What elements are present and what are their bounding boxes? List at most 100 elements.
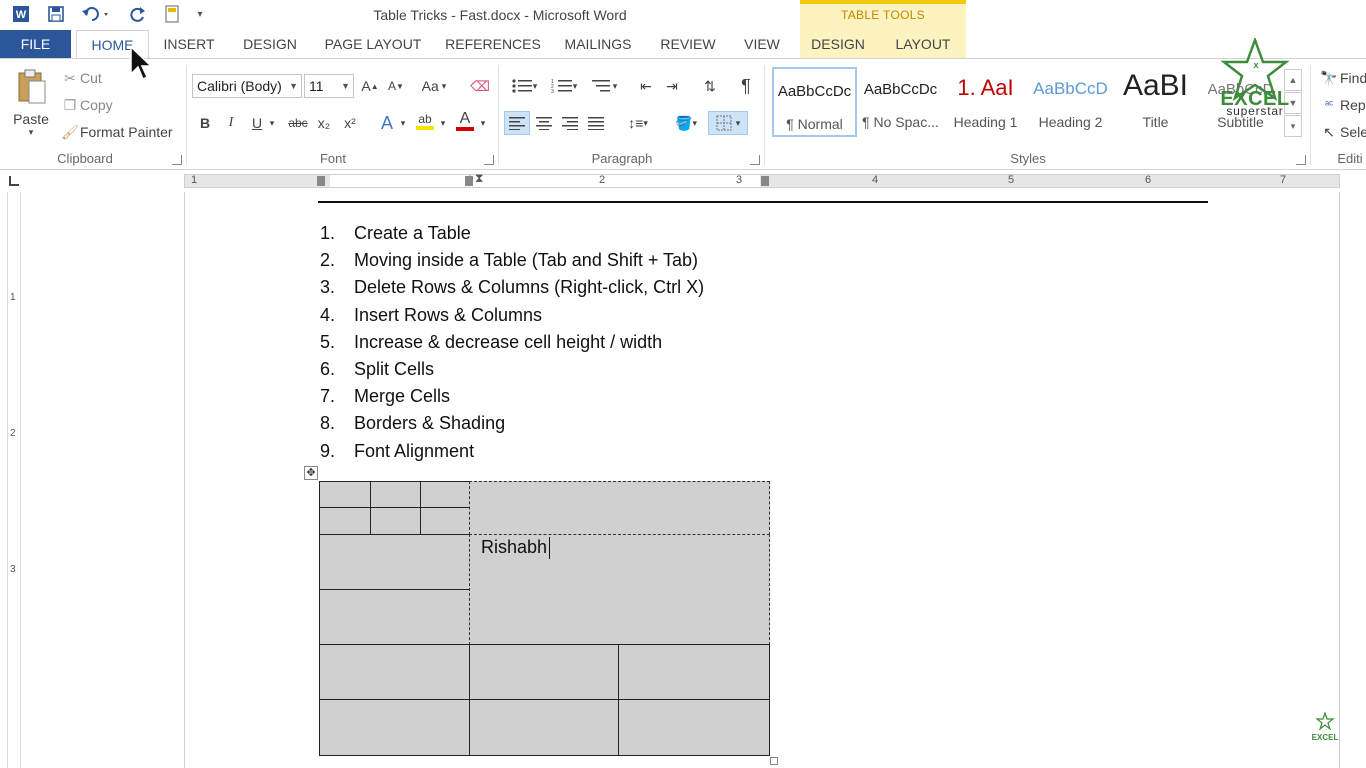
tab-table-design[interactable]: DESIGN — [806, 30, 870, 58]
highlight-button[interactable]: ab — [414, 109, 436, 133]
shrink-font-button[interactable]: A ▼ — [386, 74, 406, 98]
format-painter-button[interactable]: 🖌 Format Painter — [60, 121, 172, 143]
table-cell-selected[interactable] — [469, 481, 770, 535]
font-launcher-icon[interactable] — [484, 155, 494, 165]
table-cell[interactable] — [319, 534, 470, 590]
table-cell[interactable] — [319, 699, 470, 756]
styles-launcher-icon[interactable] — [1296, 155, 1306, 165]
tab-view[interactable]: VIEW — [737, 30, 787, 58]
table-cell[interactable] — [469, 699, 619, 756]
column-marker[interactable] — [465, 176, 473, 186]
borders-button[interactable]: ▾ — [708, 111, 748, 135]
list-item[interactable]: 9. Font Alignment — [320, 438, 704, 465]
list-item[interactable]: 6. Split Cells — [320, 356, 704, 383]
clipboard-launcher-icon[interactable] — [172, 155, 182, 165]
ruler-number: 3 — [10, 564, 16, 575]
tab-file[interactable]: FILE — [0, 30, 71, 58]
strikethrough-button[interactable]: abc — [286, 111, 310, 135]
indent-marker-icon[interactable]: ⧗ — [475, 171, 483, 186]
highlight-color-bar — [416, 126, 434, 130]
bullets-button[interactable]: ▾ — [506, 74, 542, 98]
list-item[interactable]: 2. Moving inside a Table (Tab and Shift +… — [320, 247, 704, 274]
tab-references[interactable]: REFERENCES — [444, 30, 542, 58]
list-item[interactable]: 8. Borders & Shading — [320, 410, 704, 437]
align-right-button[interactable] — [558, 111, 582, 135]
table-resize-handle-icon[interactable] — [770, 757, 778, 765]
shading-button[interactable]: 🪣 ▾ — [668, 111, 704, 135]
table-cell-text[interactable]: Rishabh — [481, 537, 547, 558]
text-effects-button[interactable]: A — [376, 111, 398, 135]
font-size-combo[interactable]: 11 ▼ — [304, 74, 354, 98]
clear-formatting-icon[interactable]: ⌫ — [468, 74, 492, 98]
underline-button[interactable]: U — [248, 111, 266, 135]
line-spacing-button[interactable]: ↕≡ ▾ — [620, 111, 656, 135]
table-cell[interactable] — [618, 644, 770, 700]
highlight-dropdown-icon[interactable]: ▾ — [438, 111, 448, 135]
find-button[interactable]: 🔭 Find — [1318, 67, 1366, 89]
table-cell[interactable] — [319, 507, 371, 535]
table[interactable] — [319, 481, 770, 756]
table-move-handle-icon[interactable]: ✥ — [304, 466, 318, 480]
tab-design[interactable]: DESIGN — [232, 30, 308, 58]
ruler-tab-selector[interactable] — [0, 170, 30, 192]
column-marker[interactable] — [761, 176, 769, 186]
select-button[interactable]: ↖ Sele — [1318, 121, 1366, 143]
list-item[interactable]: 5. Increase & decrease cell height / widt… — [320, 329, 704, 356]
list-item[interactable]: 7. Merge Cells — [320, 383, 704, 410]
underline-dropdown-icon[interactable]: ▾ — [266, 111, 278, 135]
increase-indent-icon[interactable]: ⇥ — [660, 74, 684, 98]
style-name: ¶ No Spac... — [862, 114, 939, 130]
cut-button[interactable]: ✂ Cut — [60, 67, 102, 89]
show-marks-button[interactable]: ¶ — [734, 74, 758, 98]
font-name-combo[interactable]: Calibri (Body) ▼ — [192, 74, 302, 98]
subscript-button[interactable]: x₂ — [314, 111, 334, 135]
decrease-indent-icon[interactable]: ⇤ — [634, 74, 658, 98]
tab-insert[interactable]: INSERT — [155, 30, 223, 58]
list-item[interactable]: 3. Delete Rows & Columns (Right-click, Ct… — [320, 274, 704, 301]
text-effects-dropdown-icon[interactable]: ▾ — [398, 111, 408, 135]
style-heading-2[interactable]: AaBbCcD Heading 2 — [1028, 67, 1113, 137]
table-cell[interactable] — [319, 589, 470, 645]
scissors-icon: ✂ — [64, 69, 76, 86]
copy-button[interactable]: ❐ Copy — [60, 94, 113, 116]
change-case-button[interactable]: Aa ▾ — [416, 74, 452, 98]
table-cell[interactable] — [420, 507, 470, 535]
superscript-button[interactable]: x² — [340, 111, 360, 135]
sort-icon[interactable]: ⇅ — [698, 74, 722, 98]
style-title[interactable]: AaBI Title — [1113, 67, 1198, 137]
list-item[interactable]: 1. Create a Table — [320, 220, 704, 247]
table-cell[interactable] — [469, 644, 619, 700]
justify-button[interactable] — [584, 111, 608, 135]
table-cell[interactable] — [319, 481, 371, 508]
style-normal[interactable]: AaBbCcDc ¶ Normal — [772, 67, 857, 137]
paragraph-launcher-icon[interactable] — [750, 155, 760, 165]
editing-group-label: Editi — [1337, 151, 1363, 166]
table-cell[interactable] — [370, 481, 421, 508]
multilevel-list-button[interactable]: ▾ — [586, 74, 622, 98]
horizontal-ruler[interactable]: 1 1 2 3 4 5 6 7 ⧗ — [184, 171, 1340, 188]
table-cell[interactable] — [319, 644, 470, 700]
table-cell[interactable] — [420, 481, 470, 508]
replace-button[interactable]: ᵃᶜ Rep — [1318, 94, 1366, 116]
italic-button[interactable]: I — [222, 111, 240, 135]
bold-button[interactable]: B — [196, 111, 214, 135]
align-left-button[interactable] — [504, 111, 530, 135]
font-color-button[interactable]: A — [454, 109, 476, 133]
font-color-dropdown-icon[interactable]: ▾ — [478, 111, 488, 135]
column-marker[interactable] — [317, 176, 325, 186]
paste-button[interactable]: Paste ▾ — [8, 67, 54, 147]
group-divider — [1310, 65, 1311, 165]
table-cell[interactable] — [370, 507, 421, 535]
style-no-spacing[interactable]: AaBbCcDc ¶ No Spac... — [858, 67, 943, 137]
list-item[interactable]: 4. Insert Rows & Columns — [320, 302, 704, 329]
grow-font-button[interactable]: A ▲ — [360, 74, 380, 98]
tab-table-layout[interactable]: LAYOUT — [888, 30, 958, 58]
tab-mailings[interactable]: MAILINGS — [556, 30, 640, 58]
table-cell[interactable] — [618, 699, 770, 756]
align-center-button[interactable] — [532, 111, 556, 135]
tab-review[interactable]: REVIEW — [655, 30, 721, 58]
vertical-ruler[interactable]: 1 2 3 — [7, 192, 21, 768]
tab-page-layout[interactable]: PAGE LAYOUT — [318, 30, 428, 58]
numbering-button[interactable]: 123 ▾ — [546, 74, 582, 98]
style-heading-1[interactable]: 1. AaI Heading 1 — [943, 67, 1028, 137]
